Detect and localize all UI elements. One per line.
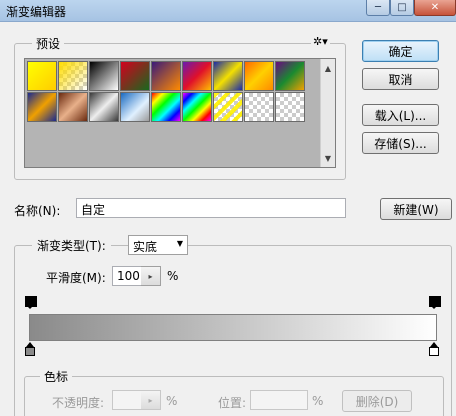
location-unit: % — [312, 394, 324, 408]
gradient-editor-window: 渐变编辑器 ─ □ ✕ 预设 ✲▾ ▲ ▼ 确定 取消 载入(L)... 存储(… — [0, 0, 456, 416]
chevron-right-icon: ▸ — [148, 395, 153, 405]
preset-swatch[interactable] — [213, 92, 243, 122]
preset-swatch[interactable] — [151, 61, 181, 91]
smoothness-spin-button[interactable]: ▸ — [141, 266, 161, 286]
close-button[interactable]: ✕ — [414, 0, 456, 16]
opacity-label: 不透明度: — [52, 396, 105, 410]
location-input[interactable] — [250, 390, 308, 410]
preset-swatch[interactable] — [275, 92, 305, 122]
preset-swatch[interactable] — [213, 61, 243, 91]
color-stop-right[interactable] — [429, 342, 439, 357]
load-button[interactable]: 载入(L)... — [362, 104, 439, 126]
delete-button-label: 删除(D) — [355, 394, 399, 409]
preset-scrollbar[interactable]: ▲ ▼ — [320, 59, 335, 167]
opacity-spin-button[interactable]: ▸ — [141, 390, 161, 410]
gradient-preview-bar[interactable] — [29, 314, 437, 341]
cancel-button[interactable]: 取消 — [362, 68, 439, 90]
ok-button[interactable]: 确定 — [362, 40, 439, 62]
preset-swatch[interactable] — [182, 61, 212, 91]
maximize-button[interactable]: □ — [390, 0, 414, 16]
delete-button[interactable]: 删除(D) — [342, 390, 412, 412]
preset-swatch[interactable] — [27, 92, 57, 122]
gear-icon[interactable]: ✲▾ — [311, 35, 330, 48]
preset-swatch[interactable] — [244, 61, 274, 91]
preset-swatch[interactable] — [89, 61, 119, 91]
save-button[interactable]: 存储(S)... — [362, 132, 439, 154]
opacity-unit: % — [166, 394, 178, 408]
preset-swatch[interactable] — [120, 92, 150, 122]
preset-swatch[interactable] — [58, 92, 88, 122]
new-button[interactable]: 新建(W) — [380, 198, 452, 220]
preset-swatch[interactable] — [182, 92, 212, 122]
smoothness-label: 平滑度(M): — [46, 271, 106, 285]
chevron-down-icon: ▼ — [176, 239, 183, 248]
location-label: 位置: — [218, 396, 247, 410]
presets-label: 预设 — [32, 35, 65, 52]
minimize-button[interactable]: ─ — [366, 0, 390, 16]
preset-swatch[interactable] — [89, 92, 119, 122]
preset-swatch[interactable] — [151, 92, 181, 122]
opacity-stop-left[interactable] — [25, 296, 37, 310]
name-input[interactable]: 自定 — [76, 198, 346, 218]
preset-swatch[interactable] — [27, 61, 57, 91]
smoothness-unit: % — [167, 269, 179, 283]
title-bar: 渐变编辑器 ─ □ ✕ — [0, 0, 456, 22]
preset-swatch[interactable] — [120, 61, 150, 91]
smoothness-input[interactable]: 100 — [112, 266, 142, 286]
preset-swatch-panel: ▲ ▼ — [24, 58, 336, 168]
chevron-right-icon: ▸ — [148, 271, 153, 281]
color-stop-left[interactable] — [25, 342, 35, 357]
minimize-icon: ─ — [374, 2, 382, 13]
preset-swatch[interactable] — [275, 61, 305, 91]
preset-swatch[interactable] — [58, 61, 88, 91]
opacity-stop-right[interactable] — [429, 296, 441, 310]
maximize-icon: □ — [397, 2, 407, 13]
close-icon: ✕ — [430, 2, 440, 13]
scroll-down-icon[interactable]: ▼ — [321, 151, 335, 165]
scroll-up-icon[interactable]: ▲ — [321, 61, 335, 75]
window-title: 渐变编辑器 — [6, 5, 67, 19]
gradient-type-value: 实底 — [133, 240, 158, 254]
opacity-input[interactable] — [112, 390, 142, 410]
preset-swatch[interactable] — [244, 92, 274, 122]
gradient-type-select[interactable]: 实底 ▼ — [128, 235, 188, 255]
name-label: 名称(N): — [14, 204, 61, 218]
color-stops-label: 色标 — [40, 368, 73, 385]
gradient-type-label: 渐变类型(T): — [32, 237, 111, 254]
